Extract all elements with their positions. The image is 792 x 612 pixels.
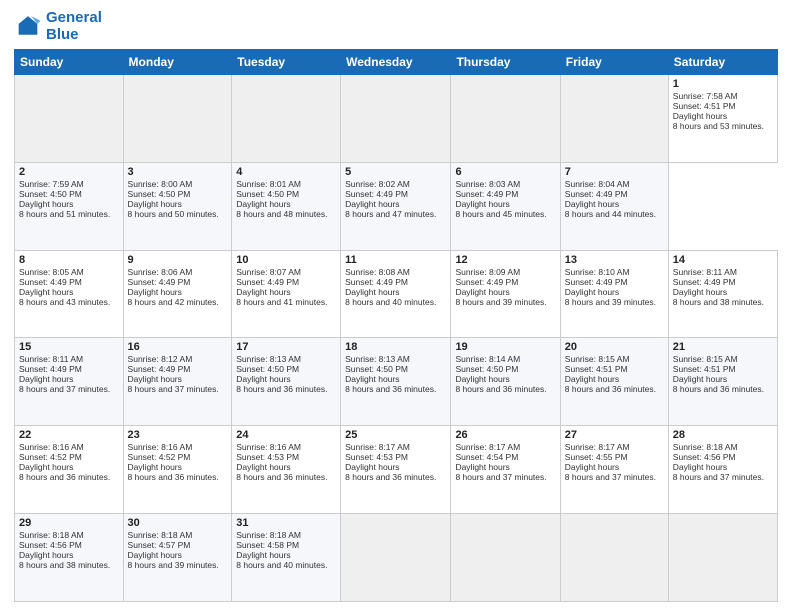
calendar-cell-empty <box>560 514 668 602</box>
day-number: 9 <box>128 254 228 266</box>
calendar-cell-empty <box>15 75 124 163</box>
calendar-cell: 28Sunrise: 8:18 AMSunset: 4:56 PMDayligh… <box>668 426 777 514</box>
logo-icon <box>14 13 42 41</box>
calendar-header-row: SundayMondayTuesdayWednesdayThursdayFrid… <box>15 50 778 75</box>
calendar-cell: 31Sunrise: 8:18 AMSunset: 4:58 PMDayligh… <box>232 514 341 602</box>
calendar-cell: 15Sunrise: 8:11 AMSunset: 4:49 PMDayligh… <box>15 338 124 426</box>
day-number: 15 <box>19 341 119 353</box>
calendar-cell: 21Sunrise: 8:15 AMSunset: 4:51 PMDayligh… <box>668 338 777 426</box>
calendar-cell-empty <box>668 514 777 602</box>
calendar-cell: 13Sunrise: 8:10 AMSunset: 4:49 PMDayligh… <box>560 250 668 338</box>
header-day: Saturday <box>668 50 777 75</box>
calendar-week-row: 15Sunrise: 8:11 AMSunset: 4:49 PMDayligh… <box>15 338 778 426</box>
calendar-table: SundayMondayTuesdayWednesdayThursdayFrid… <box>14 49 778 602</box>
day-number: 2 <box>19 166 119 178</box>
calendar-cell: 24Sunrise: 8:16 AMSunset: 4:53 PMDayligh… <box>232 426 341 514</box>
day-number: 24 <box>236 429 336 441</box>
day-number: 10 <box>236 254 336 266</box>
calendar-week-row: 8Sunrise: 8:05 AMSunset: 4:49 PMDaylight… <box>15 250 778 338</box>
day-number: 20 <box>565 341 664 353</box>
header-day: Friday <box>560 50 668 75</box>
calendar-cell: 19Sunrise: 8:14 AMSunset: 4:50 PMDayligh… <box>451 338 560 426</box>
calendar-cell: 22Sunrise: 8:16 AMSunset: 4:52 PMDayligh… <box>15 426 124 514</box>
day-number: 17 <box>236 341 336 353</box>
page: General Blue SundayMondayTuesdayWednesda… <box>0 0 792 612</box>
header: General Blue <box>14 10 778 43</box>
day-number: 6 <box>455 166 555 178</box>
day-number: 30 <box>128 517 228 529</box>
day-number: 18 <box>345 341 446 353</box>
calendar-cell: 6Sunrise: 8:03 AMSunset: 4:49 PMDaylight… <box>451 162 560 250</box>
header-day: Thursday <box>451 50 560 75</box>
calendar-cell: 18Sunrise: 8:13 AMSunset: 4:50 PMDayligh… <box>341 338 451 426</box>
calendar-cell: 17Sunrise: 8:13 AMSunset: 4:50 PMDayligh… <box>232 338 341 426</box>
calendar-week-row: 2Sunrise: 7:59 AMSunset: 4:50 PMDaylight… <box>15 162 778 250</box>
day-number: 11 <box>345 254 446 266</box>
day-number: 4 <box>236 166 336 178</box>
calendar-cell-empty <box>560 75 668 163</box>
calendar-cell: 10Sunrise: 8:07 AMSunset: 4:49 PMDayligh… <box>232 250 341 338</box>
calendar-cell-empty <box>123 75 232 163</box>
day-number: 29 <box>19 517 119 529</box>
calendar-cell: 7Sunrise: 8:04 AMSunset: 4:49 PMDaylight… <box>560 162 668 250</box>
calendar-cell: 29Sunrise: 8:18 AMSunset: 4:56 PMDayligh… <box>15 514 124 602</box>
calendar-cell: 11Sunrise: 8:08 AMSunset: 4:49 PMDayligh… <box>341 250 451 338</box>
header-day: Wednesday <box>341 50 451 75</box>
day-number: 8 <box>19 254 119 266</box>
logo-text: General Blue <box>46 10 102 43</box>
calendar-cell: 25Sunrise: 8:17 AMSunset: 4:53 PMDayligh… <box>341 426 451 514</box>
day-number: 16 <box>128 341 228 353</box>
calendar-cell: 9Sunrise: 8:06 AMSunset: 4:49 PMDaylight… <box>123 250 232 338</box>
day-number: 27 <box>565 429 664 441</box>
day-number: 5 <box>345 166 446 178</box>
calendar-cell: 12Sunrise: 8:09 AMSunset: 4:49 PMDayligh… <box>451 250 560 338</box>
calendar-cell: 23Sunrise: 8:16 AMSunset: 4:52 PMDayligh… <box>123 426 232 514</box>
day-number: 14 <box>673 254 773 266</box>
day-number: 26 <box>455 429 555 441</box>
calendar-cell: 5Sunrise: 8:02 AMSunset: 4:49 PMDaylight… <box>341 162 451 250</box>
header-day: Sunday <box>15 50 124 75</box>
calendar-cell-empty <box>451 75 560 163</box>
logo: General Blue <box>14 10 102 43</box>
calendar-cell: 1Sunrise: 7:58 AMSunset: 4:51 PMDaylight… <box>668 75 777 163</box>
calendar-cell: 26Sunrise: 8:17 AMSunset: 4:54 PMDayligh… <box>451 426 560 514</box>
day-number: 3 <box>128 166 228 178</box>
day-number: 21 <box>673 341 773 353</box>
day-number: 13 <box>565 254 664 266</box>
calendar-cell: 27Sunrise: 8:17 AMSunset: 4:55 PMDayligh… <box>560 426 668 514</box>
day-number: 31 <box>236 517 336 529</box>
calendar-body: 1Sunrise: 7:58 AMSunset: 4:51 PMDaylight… <box>15 75 778 602</box>
calendar-week-row: 1Sunrise: 7:58 AMSunset: 4:51 PMDaylight… <box>15 75 778 163</box>
day-number: 7 <box>565 166 664 178</box>
calendar-cell-empty <box>341 75 451 163</box>
calendar-cell: 20Sunrise: 8:15 AMSunset: 4:51 PMDayligh… <box>560 338 668 426</box>
calendar-cell: 14Sunrise: 8:11 AMSunset: 4:49 PMDayligh… <box>668 250 777 338</box>
calendar-cell: 8Sunrise: 8:05 AMSunset: 4:49 PMDaylight… <box>15 250 124 338</box>
day-number: 19 <box>455 341 555 353</box>
day-number: 1 <box>673 78 773 90</box>
calendar-cell: 2Sunrise: 7:59 AMSunset: 4:50 PMDaylight… <box>15 162 124 250</box>
calendar-cell: 30Sunrise: 8:18 AMSunset: 4:57 PMDayligh… <box>123 514 232 602</box>
calendar-cell: 4Sunrise: 8:01 AMSunset: 4:50 PMDaylight… <box>232 162 341 250</box>
header-day: Monday <box>123 50 232 75</box>
header-day: Tuesday <box>232 50 341 75</box>
calendar-week-row: 29Sunrise: 8:18 AMSunset: 4:56 PMDayligh… <box>15 514 778 602</box>
calendar-cell-empty <box>451 514 560 602</box>
calendar-cell-empty <box>232 75 341 163</box>
day-number: 22 <box>19 429 119 441</box>
day-number: 25 <box>345 429 446 441</box>
calendar-cell: 16Sunrise: 8:12 AMSunset: 4:49 PMDayligh… <box>123 338 232 426</box>
calendar-cell-empty <box>341 514 451 602</box>
day-number: 12 <box>455 254 555 266</box>
calendar-cell: 3Sunrise: 8:00 AMSunset: 4:50 PMDaylight… <box>123 162 232 250</box>
day-number: 28 <box>673 429 773 441</box>
day-number: 23 <box>128 429 228 441</box>
calendar-week-row: 22Sunrise: 8:16 AMSunset: 4:52 PMDayligh… <box>15 426 778 514</box>
